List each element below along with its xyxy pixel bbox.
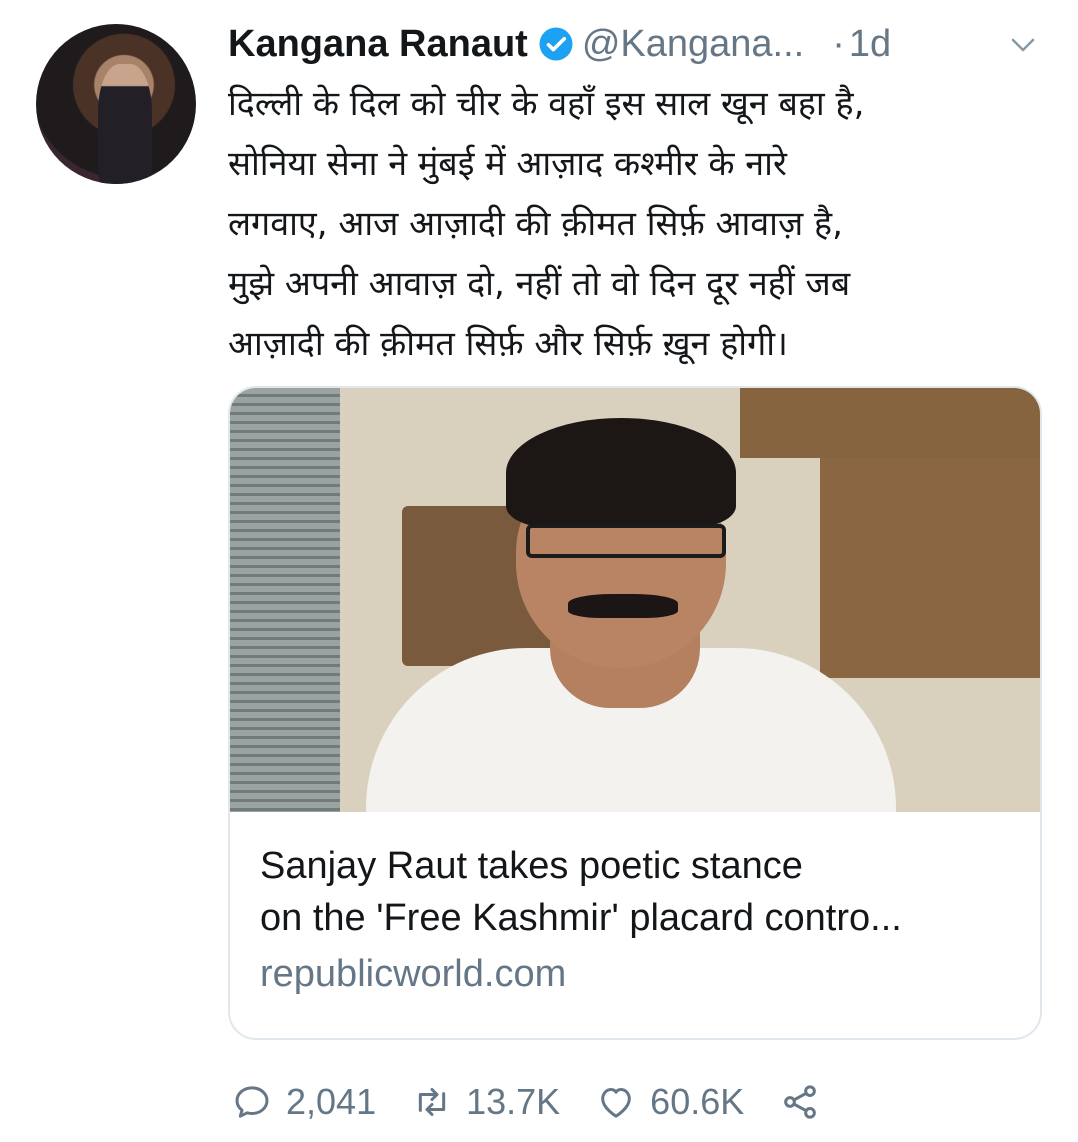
wall-art-panel	[740, 388, 1040, 458]
retweet-button[interactable]: 13.7K	[412, 1081, 560, 1123]
tweet-text-line: मुझे अपनी आवाज़ दो, नहीं तो वो दिन दूर न…	[228, 264, 851, 304]
card-text: Sanjay Raut takes poetic stance on the '…	[260, 840, 1020, 1000]
reply-icon	[235, 1086, 269, 1118]
separator-dot: ·	[832, 22, 845, 65]
wall-art-panel	[820, 458, 1040, 678]
share-button[interactable]	[780, 1082, 820, 1122]
like-button[interactable]: 60.6K	[596, 1081, 744, 1123]
reply-button[interactable]: 2,041	[232, 1081, 376, 1123]
retweet-icon	[418, 1088, 446, 1116]
link-preview-card[interactable]: Sanjay Raut takes poetic stance on the '…	[228, 386, 1042, 1040]
person-glasses	[526, 524, 726, 558]
verified-badge-icon	[539, 27, 573, 61]
tweet-timestamp[interactable]: 1d	[849, 23, 891, 66]
chevron-down-icon[interactable]	[1008, 30, 1038, 60]
card-domain: republicworld.com	[260, 953, 567, 995]
retweet-count: 13.7K	[466, 1081, 561, 1122]
share-icon	[784, 1085, 817, 1119]
avatar[interactable]	[36, 24, 196, 184]
author-name[interactable]: Kangana Ranaut	[228, 23, 528, 66]
person-mustache	[568, 594, 678, 618]
author-handle[interactable]: @Kangana...	[582, 23, 804, 66]
tweet-text-line: सोनिया सेना ने मुंबई में आज़ाद कश्मीर के…	[228, 144, 787, 184]
tweet-header: Kangana Ranaut @Kangana... · 1d	[228, 16, 1048, 72]
person-hair	[506, 418, 736, 528]
card-thumbnail-image	[230, 388, 1040, 812]
reply-count: 2,041	[286, 1081, 377, 1122]
tweet-text-line: लगवाए, आज आज़ादी की क़ीमत सिर्फ़ आवाज़ ह…	[228, 204, 843, 244]
card-title-line: Sanjay Raut takes poetic stance	[260, 845, 803, 887]
tweet-text-line: दिल्ली के दिल को चीर के वहाँ इस साल खून …	[228, 84, 865, 124]
tweet-text-line: आज़ादी की क़ीमत सिर्फ़ और सिर्फ़ ख़ून हो…	[228, 324, 788, 364]
like-count: 60.6K	[650, 1081, 745, 1122]
card-title-line: on the 'Free Kashmir' placard contro...	[260, 897, 902, 939]
tweet-actions: 2,041 13.7K 60.6K	[232, 1072, 856, 1132]
window-blinds	[230, 388, 340, 812]
avatar-figure	[98, 64, 152, 184]
like-icon	[601, 1088, 632, 1118]
tweet-text: दिल्ली के दिल को चीर के वहाँ इस साल खून …	[228, 74, 1058, 374]
